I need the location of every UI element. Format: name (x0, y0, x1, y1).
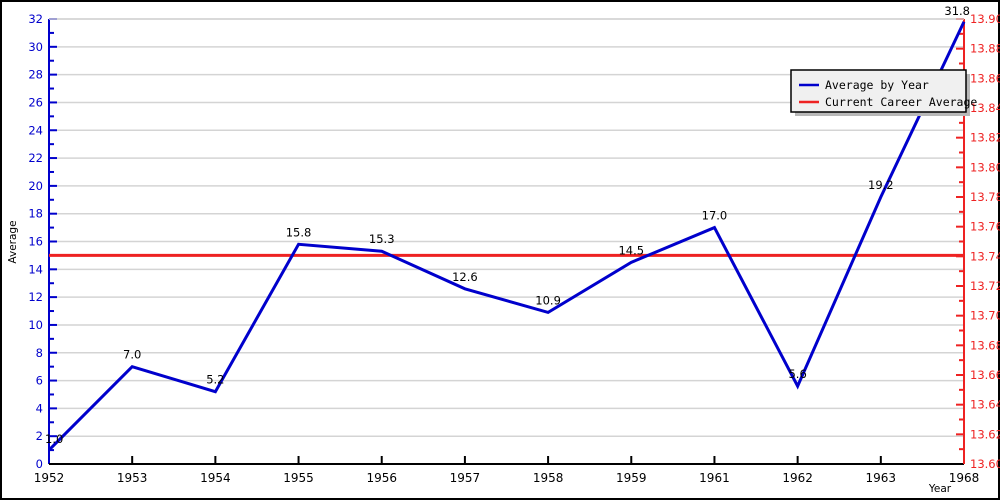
left-axis-tick-label: 32 (28, 12, 43, 26)
left-axis-tick-label: 18 (28, 207, 43, 221)
data-point-label: 15.3 (369, 232, 395, 246)
left-axis-tick-label: 0 (36, 457, 43, 471)
x-axis-tick-label: 1954 (200, 471, 231, 485)
data-point-label: 14.5 (618, 243, 644, 257)
y-axis-title: Average (7, 220, 19, 263)
x-axis-tick-label: 1959 (616, 471, 647, 485)
data-point-label: 1.0 (45, 432, 63, 446)
right-axis-tick-label: 13.82 (970, 131, 1000, 145)
data-point-label: 7.0 (123, 348, 141, 362)
data-point-label: 5.2 (206, 373, 224, 387)
right-axis-tick-label: 13.68 (970, 338, 1000, 352)
left-axis-tick-label: 26 (28, 95, 43, 109)
right-axis-tick-label: 13.90 (970, 12, 1000, 26)
right-axis-tick-label: 13.76 (970, 220, 1000, 234)
right-axis-tick-label: 13.74 (970, 249, 1000, 263)
x-axis-tick-label: 1953 (117, 471, 148, 485)
right-axis-tick-label: 13.62 (970, 427, 1000, 441)
left-axis-tick-label: 28 (28, 68, 43, 82)
left-axis-tick-label: 12 (28, 290, 43, 304)
right-axis-tick-label: 13.64 (970, 398, 1000, 412)
data-point-label: 19.2 (868, 178, 894, 192)
left-axis-tick-label: 8 (36, 346, 43, 360)
x-axis-title: Year (928, 483, 952, 495)
data-point-label: 12.6 (452, 270, 478, 284)
line-chart: 0 2 4 6 8 10 12 14 16 18 20 22 24 26 28 30 32 13.60 13.62… (0, 0, 1000, 500)
x-axis-tick-label: 1963 (866, 471, 897, 485)
data-point-label: 17.0 (702, 209, 728, 223)
left-axis-tick-label: 14 (28, 262, 43, 276)
legend-label-current-career-average: Current Career Average (825, 95, 977, 109)
left-axis-tick-label: 22 (28, 151, 43, 165)
x-axis-tick-label: 1957 (450, 471, 481, 485)
left-axis-tick-label: 24 (28, 123, 43, 137)
legend[interactable]: Average by Year Current Career Average (790, 69, 977, 116)
x-axis-tick-label: 1962 (782, 471, 813, 485)
left-axis-tick-label: 2 (36, 429, 43, 443)
left-axis-tick-label: 20 (28, 179, 43, 193)
x-axis-tick-label: 1952 (34, 471, 65, 485)
chart-canvas: 02468101214161820222426283032 13.6013.62… (7, 4, 1000, 495)
right-axis-tick-label: 13.70 (970, 309, 1000, 323)
data-point-label: 31.8 (944, 4, 970, 18)
data-point-label: 5.6 (788, 367, 806, 381)
left-axis-tick-label: 30 (28, 40, 43, 54)
right-axis-tick-label: 13.78 (970, 190, 1000, 204)
right-axis-tick-label: 13.80 (970, 160, 1000, 174)
right-axis-tick-label: 13.60 (970, 457, 1000, 471)
right-axis-tick-label: 13.86 (970, 71, 1000, 85)
left-axis-tick-label: 16 (28, 235, 43, 249)
x-axis-tick-label: 1961 (699, 471, 730, 485)
x-axis-tick-label: 1968 (949, 471, 980, 485)
x-axis-tick-label: 1956 (366, 471, 397, 485)
data-point-label: 10.9 (535, 293, 561, 307)
right-axis-tick-label: 13.66 (970, 368, 1000, 382)
left-axis-tick-label: 4 (36, 401, 43, 415)
left-axis-tick-label: 10 (28, 318, 43, 332)
left-axis-tick-label: 6 (36, 374, 43, 388)
legend-label-average-by-year: Average by Year (825, 78, 929, 92)
x-axis-tick-label: 1955 (283, 471, 314, 485)
right-axis-tick-label: 13.72 (970, 279, 1000, 293)
right-axis-tick-label: 13.88 (970, 42, 1000, 56)
x-axis-tick-label: 1958 (533, 471, 564, 485)
data-point-label: 15.8 (286, 225, 312, 239)
